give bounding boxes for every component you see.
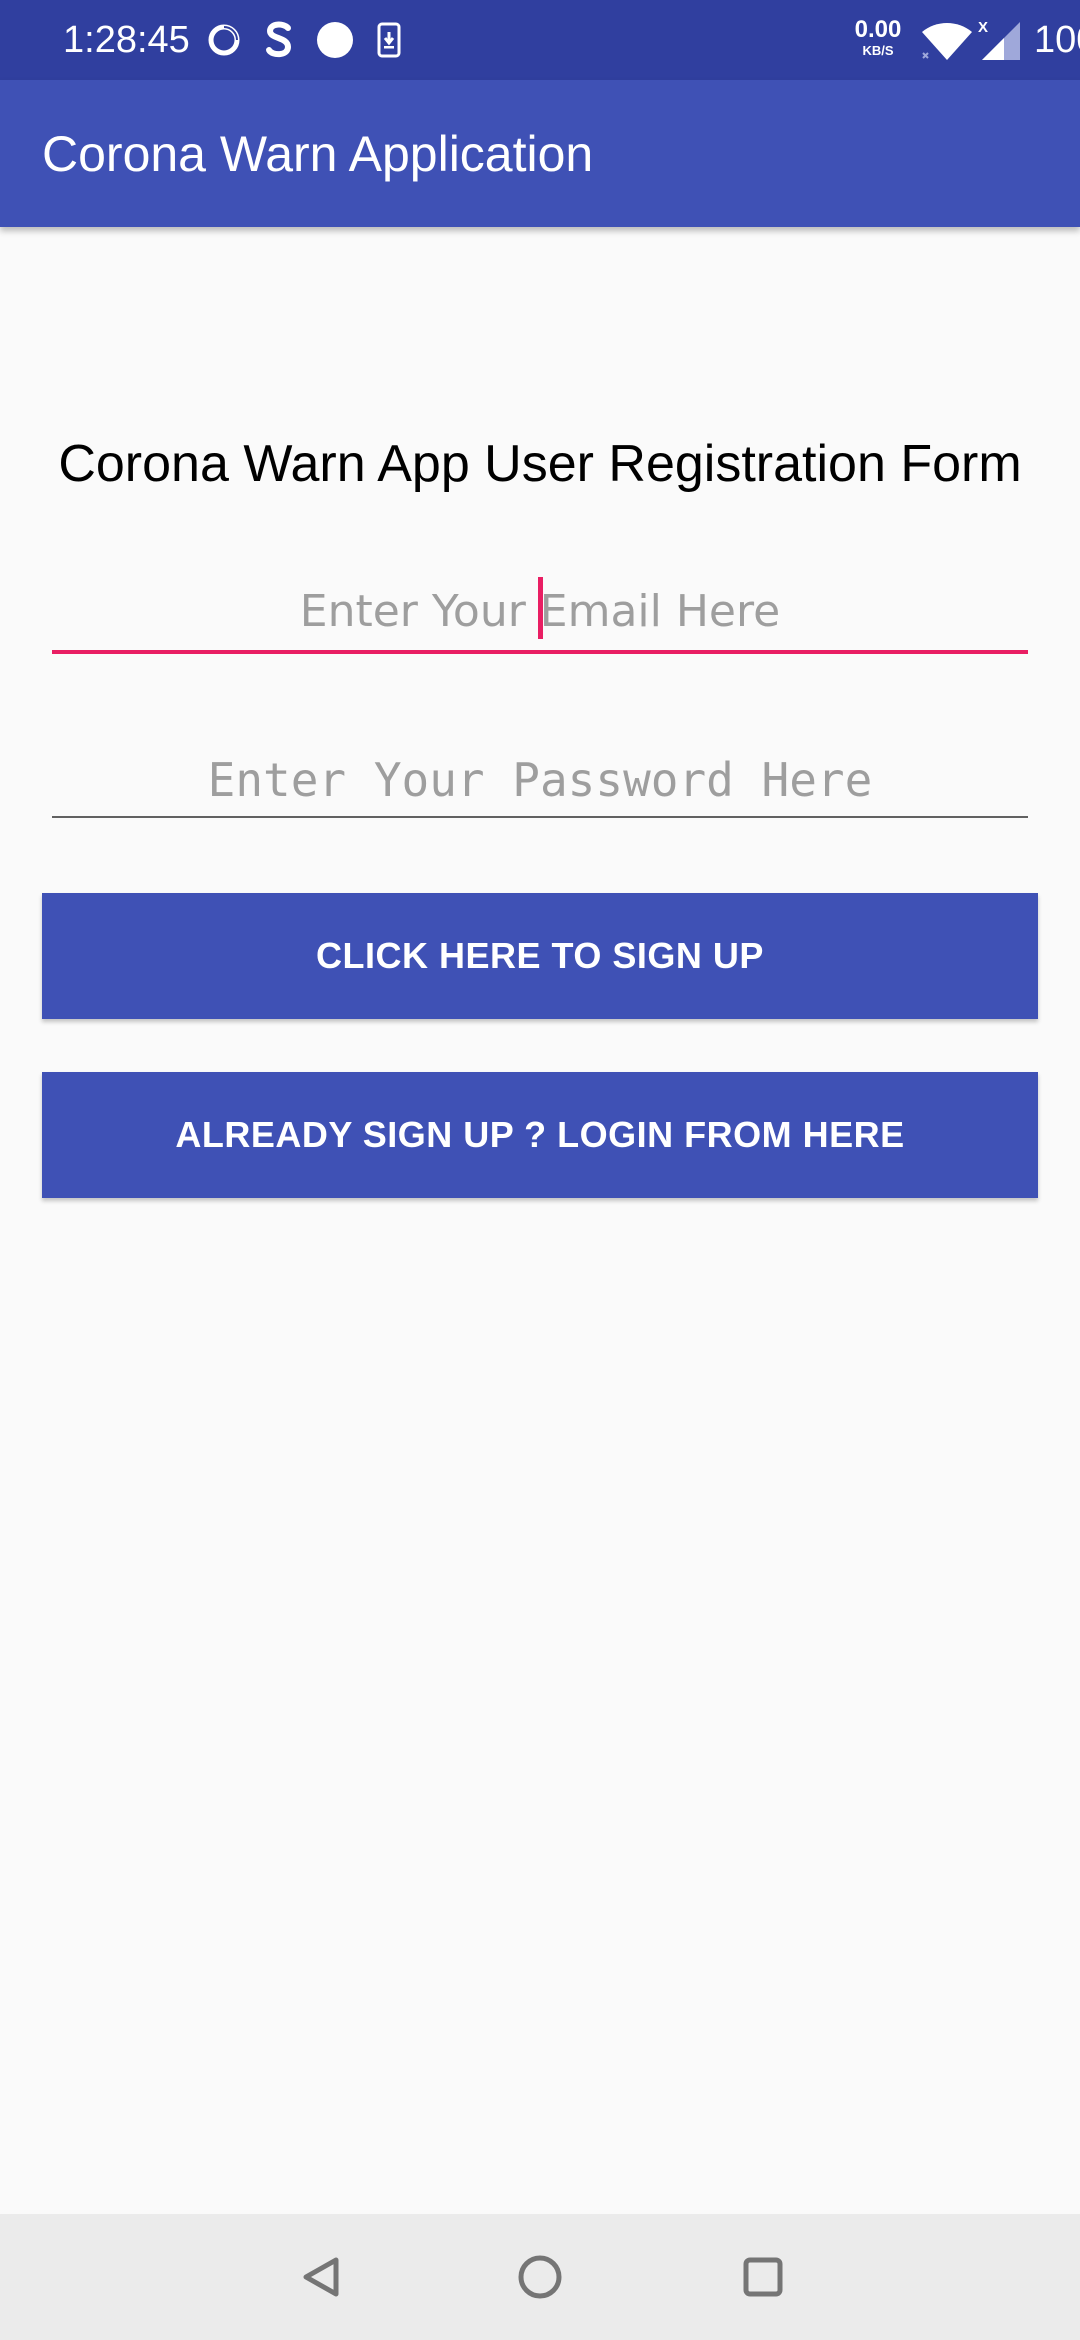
screen: 1:28:45 0.00 KB/S X 10 Corona Warn Appli… [0,0,1080,2340]
status-bar: 1:28:45 0.00 KB/S X 10 [0,0,1080,80]
nav-recents-button[interactable] [728,2242,798,2312]
signup-button[interactable]: CLICK HERE TO SIGN UP [42,893,1038,1019]
status-notification-icons [206,18,402,62]
download-phone-icon [376,22,402,58]
back-icon [303,2257,339,2297]
nav-home-button[interactable] [505,2242,575,2312]
s-app-icon [264,20,294,60]
navigation-bar [0,2214,1080,2340]
home-icon [518,2255,562,2299]
network-speed-value: 0.00 [854,16,902,43]
recents-icon [743,2257,783,2297]
app-title: Corona Warn Application [42,126,594,182]
app-bar: Corona Warn Application [0,80,1080,227]
form-heading: Corona Warn App User Registration Form [58,435,1022,493]
password-input[interactable] [52,744,1028,818]
nav-back-button[interactable] [286,2242,356,2312]
network-speed: 0.00 KB/S [848,16,908,58]
status-time: 1:28:45 [63,19,190,61]
battery-percent: 100% [1034,19,1080,61]
network-speed-unit: KB/S [862,43,894,58]
status-right-group: 0.00 KB/S X 100% [610,0,1080,80]
wifi-icon [920,20,974,67]
sync-circle-icon [206,22,242,58]
cell-signal-icon: X [978,18,1026,67]
login-button[interactable]: ALREADY SIGN UP ? LOGIN FROM HERE [42,1072,1038,1198]
network-type: X [978,19,988,36]
dot-icon [316,21,354,59]
text-cursor [538,577,543,639]
